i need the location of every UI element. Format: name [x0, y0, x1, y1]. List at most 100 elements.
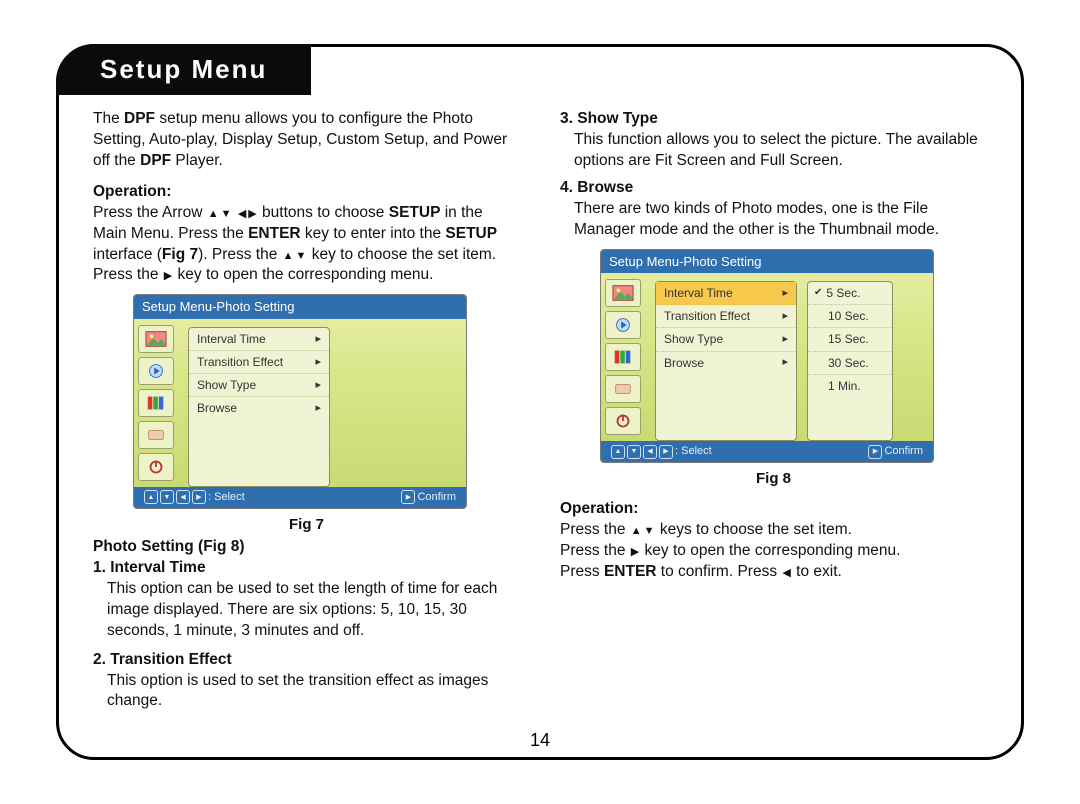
browse-heading: 4. Browse [560, 179, 633, 196]
submenu-label: 15 Sec. [828, 331, 869, 347]
right-icon: ▸ [782, 309, 788, 324]
text: keys to choose the set item. [656, 521, 852, 538]
option-row: Browse ▸ [189, 397, 329, 419]
foot-select-label: : Select [208, 490, 245, 505]
bold-enter: ENTER [604, 563, 657, 580]
option-label: Transition Effect [197, 354, 283, 370]
right-icon: ▸ [315, 355, 321, 370]
right-icon: ▸ [315, 332, 321, 347]
device-sidebar [601, 273, 651, 441]
text: interface ( [93, 246, 162, 263]
section-title-tab: Setup Menu [56, 44, 311, 95]
display-icon [605, 343, 641, 371]
left-icon: ◀ [782, 566, 790, 581]
custom-icon [138, 421, 174, 449]
photo-setting-heading: Photo Setting (Fig 8) [93, 538, 245, 555]
right-column: 3. Show Type This function allows you to… [560, 109, 987, 713]
fig8-caption: Fig 8 [560, 469, 987, 489]
option-row: Transition Effect ▸ [189, 351, 329, 374]
right-icon: ▶ [164, 269, 172, 284]
submenu-row: 30 Sec. [808, 352, 892, 375]
up-icon: ▲ [611, 445, 625, 459]
transition-effect-text: This option is used to set the transitio… [93, 671, 520, 713]
up-icon: ▲ [283, 249, 294, 264]
fig7-screenshot: Setup Menu-Photo Setting Interval Time ▸ [133, 294, 520, 508]
option-row: Show Type ▸ [656, 328, 796, 351]
foot-confirm-label: Confirm [884, 444, 923, 459]
text: Player. [171, 152, 223, 169]
transition-effect-heading: 2. Transition Effect [93, 651, 232, 668]
right-icon: ▸ [782, 286, 788, 301]
bold-setup: SETUP [445, 225, 497, 242]
browse-text: There are two kinds of Photo modes, one … [560, 199, 987, 241]
text: key to open the corresponding menu. [173, 266, 433, 283]
power-icon [605, 407, 641, 435]
right-icon: ▸ [315, 378, 321, 393]
bold-dpf: DPF [124, 110, 155, 127]
option-row: Transition Effect ▸ [656, 305, 796, 328]
option-label: Transition Effect [664, 308, 750, 324]
up-icon: ▲ [144, 490, 158, 504]
left-column: The DPF setup menu allows you to configu… [93, 109, 520, 713]
operation-heading: Operation: [93, 182, 520, 203]
device-footer: ▲▼◀▶: Select ▶Confirm [601, 441, 933, 462]
left-icon: ◀ [238, 207, 246, 222]
text: Press the Arrow [93, 204, 207, 221]
interval-time-heading: 1. Interval Time [93, 559, 206, 576]
down-icon: ▼ [221, 207, 232, 222]
text: key to enter into the [301, 225, 446, 242]
fig8-screenshot: Setup Menu-Photo Setting Interval Time▸ [600, 249, 987, 463]
down-icon: ▼ [160, 490, 174, 504]
text: to confirm. Press [656, 563, 781, 580]
up-icon: ▲ [631, 524, 642, 539]
check-icon: ✔ [814, 286, 822, 300]
right-icon: ▶ [192, 490, 206, 504]
submenu-row: 1 Min. [808, 375, 892, 397]
text: buttons to choose [258, 204, 389, 221]
operation-text: Press the Arrow ▲▼ ◀▶ buttons to choose … [93, 203, 520, 287]
intro-paragraph: The DPF setup menu allows you to configu… [93, 109, 520, 172]
option-row: Show Type ▸ [189, 374, 329, 397]
device-titlebar: Setup Menu-Photo Setting [134, 295, 466, 319]
down-icon: ▼ [627, 445, 641, 459]
play-icon [138, 357, 174, 385]
foot-confirm-label: Confirm [417, 490, 456, 505]
right-icon: ▶ [659, 445, 673, 459]
right-icon: ▸ [782, 355, 788, 370]
text: The [93, 110, 124, 127]
down-icon: ▼ [644, 524, 655, 539]
device-footer: ▲▼◀▶: Select ▶Confirm [134, 487, 466, 508]
page-number: 14 [59, 730, 1021, 751]
bold-dpf: DPF [140, 152, 171, 169]
down-icon: ▼ [296, 249, 307, 264]
left-icon: ◀ [643, 445, 657, 459]
submenu-label: 5 Sec. [826, 285, 860, 301]
option-label: Show Type [197, 377, 256, 393]
option-label: Interval Time [197, 331, 266, 347]
option-label: Interval Time [664, 285, 733, 301]
text: key to open the corresponding menu. [640, 542, 900, 559]
option-label: Show Type [664, 331, 723, 347]
fig8-submenu-panel: ✔ 5 Sec. 10 Sec. 15 Sec. 30 Sec. 1 Min. [807, 281, 893, 441]
play-icon: ▶ [868, 445, 882, 459]
text: to exit. [792, 563, 842, 580]
right-icon: ▶ [248, 207, 256, 222]
text: Press [560, 563, 604, 580]
option-label: Browse [197, 400, 237, 416]
custom-icon [605, 375, 641, 403]
show-type-heading: 3. Show Type [560, 110, 658, 127]
text: ). Press the [198, 246, 282, 263]
right-icon: ▸ [315, 401, 321, 416]
option-row: Interval Time ▸ [189, 328, 329, 351]
right-icon: ▸ [782, 332, 788, 347]
up-icon: ▲ [208, 207, 219, 222]
submenu-label: 10 Sec. [828, 308, 869, 324]
interval-time-text: This option can be used to set the lengt… [93, 579, 520, 642]
bold-fig7: Fig 7 [162, 246, 198, 263]
left-icon: ◀ [176, 490, 190, 504]
bold-enter: ENTER [248, 225, 301, 242]
operation-heading: Operation: [560, 499, 987, 520]
display-icon [138, 389, 174, 417]
operation-text-right: Press the ▲▼ keys to choose the set item… [560, 520, 987, 583]
fig7-caption: Fig 7 [93, 515, 520, 535]
